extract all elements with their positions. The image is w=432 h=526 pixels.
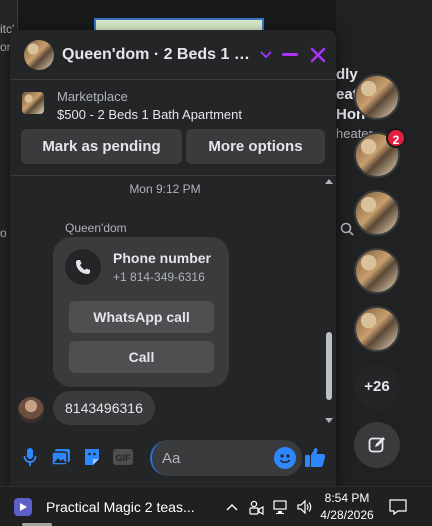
taskbar-app-label: Practical Magic 2 teas... <box>46 499 195 515</box>
media-player-icon <box>14 498 32 516</box>
microphone-icon[interactable] <box>19 446 41 468</box>
clock-date: 4/28/2026 <box>320 508 374 522</box>
new-message-button[interactable] <box>354 422 400 468</box>
chat-head[interactable] <box>354 190 400 236</box>
composer: GIF <box>10 432 336 484</box>
unread-badge: 2 <box>386 128 406 148</box>
more-options-button[interactable]: More options <box>186 129 325 164</box>
chat-avatar[interactable] <box>24 39 54 70</box>
phone-number-card: Phone number +1 814-349-6316 WhatsApp ca… <box>53 237 229 387</box>
phone-icon <box>65 249 101 285</box>
phone-card-number: +1 814-349-6316 <box>113 270 205 284</box>
message-input-box[interactable] <box>150 440 302 476</box>
clock-time: 8:54 PM <box>324 491 370 505</box>
chat-head[interactable] <box>354 306 400 352</box>
search-icon[interactable] <box>340 222 354 241</box>
volume-icon[interactable] <box>294 497 314 517</box>
chat-head[interactable] <box>354 248 400 294</box>
message-scrollbar[interactable] <box>323 177 335 425</box>
phone-card-title: Phone number <box>113 250 212 266</box>
message-bubble[interactable]: 8143496316 <box>53 391 155 425</box>
chat-head[interactable] <box>354 74 400 120</box>
taskbar-app-button[interactable]: Practical Magic 2 teas... <box>14 491 214 523</box>
sticker-icon[interactable] <box>81 446 103 468</box>
chat-title[interactable]: Queen'dom · 2 Beds 1 Bath... <box>62 46 258 64</box>
message-input[interactable] <box>162 440 262 476</box>
chevron-up-icon[interactable] <box>222 497 242 517</box>
compose-icon <box>368 437 385 453</box>
more-chats-button[interactable]: +26 <box>354 364 400 410</box>
user-avatar[interactable] <box>18 397 44 423</box>
meet-now-icon[interactable] <box>246 497 266 517</box>
chat-window: Queen'dom · 2 Beds 1 Bath... Marketplace… <box>10 30 336 486</box>
message-timestamp: Mon 9:12 PM <box>129 182 201 196</box>
call-button[interactable]: Call <box>69 341 214 373</box>
listing-thumbnail[interactable] <box>22 92 44 114</box>
system-clock[interactable]: 8:54 PM 4/28/2026 <box>318 490 376 524</box>
listing-title[interactable]: $500 - 2 Beds 1 Bath Apartment <box>57 107 242 122</box>
sender-name: Queen'dom <box>65 221 127 235</box>
message-list[interactable]: Mon 9:12 PM Queen'dom Phone number +1 81… <box>10 177 336 425</box>
marketplace-label: Marketplace <box>57 89 128 104</box>
close-icon[interactable] <box>308 45 328 65</box>
network-icon[interactable] <box>270 497 290 517</box>
scroll-up-arrow[interactable] <box>325 179 333 184</box>
whatsapp-call-button[interactable]: WhatsApp call <box>69 301 214 333</box>
minimize-icon[interactable] <box>280 45 300 65</box>
emoji-icon[interactable] <box>274 447 296 469</box>
mark-as-pending-button[interactable]: Mark as pending <box>21 129 182 164</box>
chevron-down-icon[interactable] <box>256 45 276 65</box>
notifications-icon[interactable] <box>388 497 408 517</box>
thumbs-up-icon[interactable] <box>304 446 326 468</box>
taskbar: Practical Magic 2 teas... 8:54 PM 4/28/2… <box>0 486 432 526</box>
scroll-down-arrow[interactable] <box>325 418 333 423</box>
svg-text:GIF: GIF <box>116 453 132 463</box>
photo-icon[interactable] <box>50 446 72 468</box>
gif-icon[interactable]: GIF <box>112 446 134 468</box>
chat-header[interactable]: Queen'dom · 2 Beds 1 Bath... <box>10 30 336 80</box>
scroll-thumb[interactable] <box>326 332 332 400</box>
